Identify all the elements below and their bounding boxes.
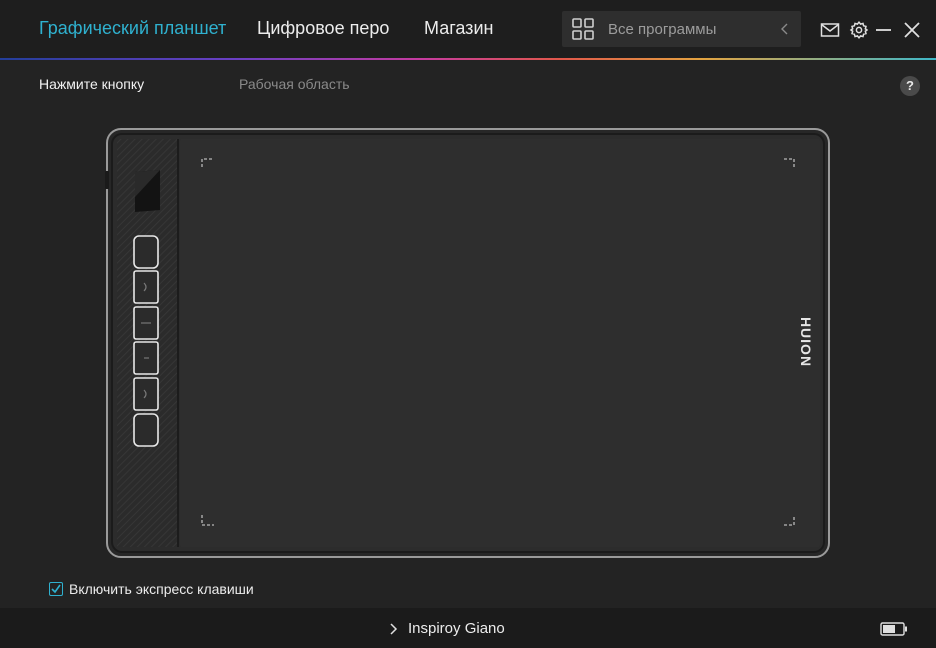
help-icon[interactable]: ? [900, 76, 920, 96]
express-keys-toggle[interactable]: Включить экспресс клавиши [49, 580, 254, 598]
minimize-icon[interactable] [874, 20, 894, 40]
header-bar: Графический планшет Цифровое перо Магази… [0, 0, 936, 58]
footer-bar: Inspiroy Giano [0, 608, 936, 648]
tab-digital-pen[interactable]: Цифровое перо [257, 18, 389, 39]
device-selector[interactable]: Inspiroy Giano [388, 620, 505, 637]
active-area [180, 139, 820, 547]
tab-graphics-tablet[interactable]: Графический планшет [39, 18, 226, 39]
gear-icon[interactable] [849, 20, 869, 40]
app-selector[interactable]: Все программы [562, 11, 801, 47]
subtab-press-button[interactable]: Нажмите кнопку [39, 76, 144, 92]
express-keys-checkbox[interactable] [49, 582, 63, 596]
device-name: Inspiroy Giano [408, 620, 505, 637]
brand-logo: HUION [798, 317, 814, 367]
battery-icon [880, 622, 907, 636]
express-key-6[interactable] [133, 413, 159, 447]
check-icon [51, 584, 61, 594]
tab-store[interactable]: Магазин [424, 18, 493, 39]
app-selector-label: Все программы [608, 21, 717, 38]
app-window: Графический планшет Цифровое перо Магази… [0, 0, 936, 648]
express-key-1[interactable] [133, 235, 159, 269]
grid-icon [572, 18, 594, 40]
mail-icon[interactable] [820, 20, 840, 40]
chevron-left-icon[interactable] [779, 22, 791, 36]
close-icon[interactable] [902, 20, 922, 40]
express-keys-label: Включить экспресс клавиши [69, 581, 254, 597]
subtab-work-area[interactable]: Рабочая область [239, 76, 350, 92]
tablet-illustration: HUION [104, 127, 832, 559]
header-accent-line [0, 58, 936, 60]
chevron-right-icon [390, 622, 398, 635]
